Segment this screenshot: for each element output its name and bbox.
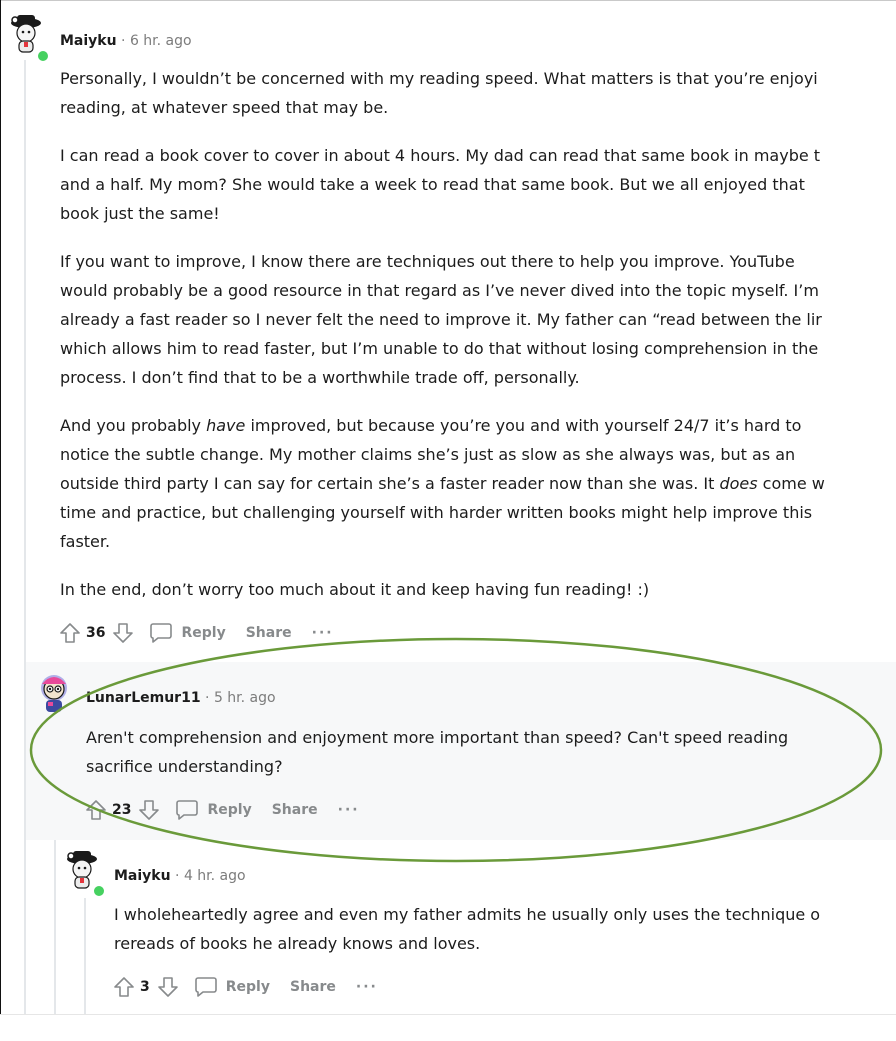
reply-button[interactable]: Reply xyxy=(194,976,270,998)
bottom-strip xyxy=(0,1014,896,1041)
comment-bubble-icon xyxy=(150,623,173,643)
comment-paragraph: If you want to improve, I know there are… xyxy=(60,252,822,387)
comment-paragraph: And you probably have improved, but beca… xyxy=(60,416,825,551)
vote-count: 36 xyxy=(86,625,106,641)
vote-count: 23 xyxy=(112,802,132,818)
comment-paragraph: I can read a book cover to cover in abou… xyxy=(60,146,821,223)
comment-bubble-icon xyxy=(194,977,217,997)
more-dots-icon[interactable]: ··· xyxy=(312,625,334,641)
timestamp[interactable]: 6 hr. ago xyxy=(130,33,192,49)
share-button[interactable]: Share xyxy=(246,625,292,641)
online-status-icon xyxy=(92,884,106,898)
more-dots-icon[interactable]: ··· xyxy=(356,979,378,995)
username[interactable]: Maiyku xyxy=(114,868,171,884)
avatar[interactable] xyxy=(62,848,102,889)
comment-body: I wholeheartedly agree and even my fathe… xyxy=(114,905,821,953)
comment-body: Aren't comprehension and enjoyment more … xyxy=(86,728,789,776)
comment-body: Personally, I wouldn’t be concerned with… xyxy=(60,64,825,604)
thread-line[interactable] xyxy=(24,60,26,1015)
downvote-icon[interactable] xyxy=(137,798,161,822)
thread-line[interactable] xyxy=(84,898,86,1015)
comment-paragraph: In the end, don’t worry too much about i… xyxy=(60,580,650,599)
comment-meta: Maiyku · 4 hr. ago xyxy=(114,868,246,884)
upvote-icon[interactable] xyxy=(112,975,136,999)
comment-paragraph: Personally, I wouldn’t be concerned with… xyxy=(60,69,818,117)
comment-actions: 23 Reply Share ··· xyxy=(84,796,360,824)
upvote-icon[interactable] xyxy=(58,621,82,645)
timestamp[interactable]: 5 hr. ago xyxy=(214,690,276,706)
downvote-icon[interactable] xyxy=(156,975,180,999)
comment-actions: 36 Reply Share ··· xyxy=(58,619,334,647)
comment-meta: LunarLemur11 · 5 hr. ago xyxy=(86,690,276,706)
meta-separator: · xyxy=(121,33,126,49)
meta-separator: · xyxy=(205,690,210,706)
vote-count: 3 xyxy=(140,979,150,995)
comment-bubble-icon xyxy=(176,800,199,820)
avatar[interactable] xyxy=(34,670,74,712)
meta-separator: · xyxy=(175,868,180,884)
username[interactable]: Maiyku xyxy=(60,33,117,49)
upvote-icon[interactable] xyxy=(84,798,108,822)
share-button[interactable]: Share xyxy=(290,979,336,995)
online-status-icon xyxy=(36,49,50,63)
username[interactable]: LunarLemur11 xyxy=(86,690,201,706)
avatar[interactable] xyxy=(6,12,46,53)
left-border xyxy=(0,0,1,1040)
comment-meta: Maiyku · 6 hr. ago xyxy=(60,33,192,49)
more-dots-icon[interactable]: ··· xyxy=(338,802,360,818)
timestamp[interactable]: 4 hr. ago xyxy=(184,868,246,884)
reply-button[interactable]: Reply xyxy=(175,799,252,821)
comment-actions: 3 Reply Share ··· xyxy=(112,973,378,1001)
top-border xyxy=(0,0,896,1)
reply-button[interactable]: Reply xyxy=(149,622,226,644)
downvote-icon[interactable] xyxy=(111,621,135,645)
share-button[interactable]: Share xyxy=(272,802,318,818)
